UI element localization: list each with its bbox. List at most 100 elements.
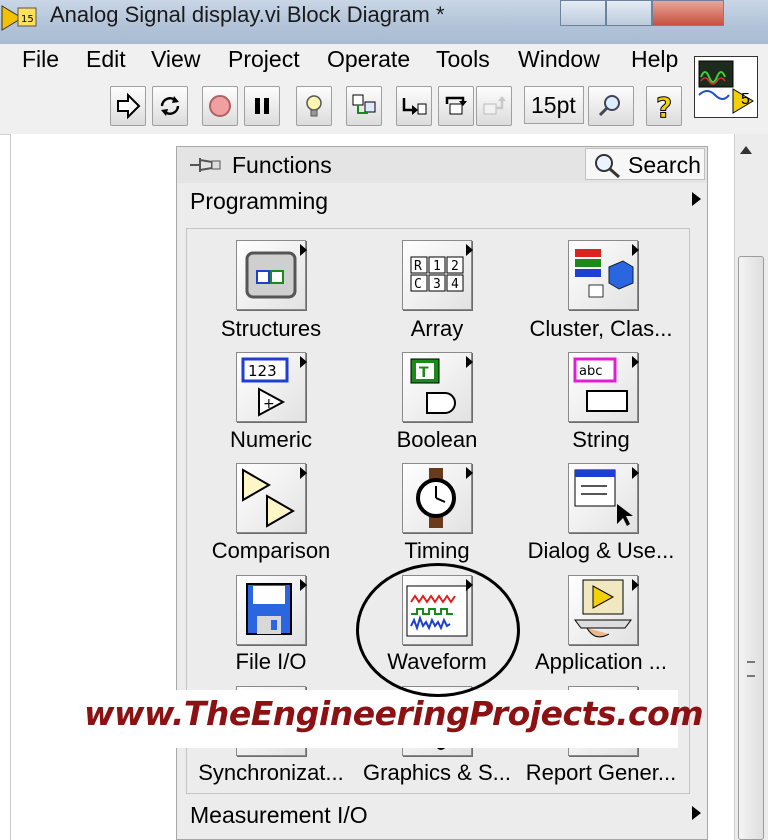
file-io-tile[interactable] bbox=[236, 575, 306, 645]
context-help-button[interactable]: ? bbox=[646, 86, 682, 126]
scrollbar-thumb[interactable] bbox=[738, 256, 764, 840]
array-label: Array bbox=[410, 316, 464, 341]
string-label: String bbox=[572, 427, 630, 452]
pause-button[interactable] bbox=[244, 86, 280, 126]
stop-sign-icon bbox=[209, 95, 231, 117]
menu-help[interactable]: Help bbox=[631, 46, 678, 73]
application-control-submenu-icon bbox=[632, 579, 639, 591]
help-question-icon: ? bbox=[656, 92, 673, 120]
waveform-highlight-circle bbox=[356, 563, 520, 697]
cluster-icon bbox=[575, 249, 634, 298]
dialog-label: Dialog & Use... bbox=[527, 538, 675, 563]
menu-project[interactable]: Project bbox=[228, 46, 300, 73]
boolean-icon: T bbox=[410, 358, 456, 414]
run-continuously-button[interactable] bbox=[152, 86, 188, 126]
highlight-execution-button[interactable] bbox=[296, 86, 332, 126]
retain-wire-values-button[interactable] bbox=[346, 86, 382, 126]
comparison-label: Comparison bbox=[211, 538, 331, 563]
string-tile[interactable]: abc bbox=[568, 352, 638, 422]
string-submenu-icon bbox=[632, 356, 639, 368]
step-over-icon bbox=[445, 96, 467, 115]
svg-text:R: R bbox=[414, 259, 422, 274]
category-measurement-io[interactable]: Measurement I/O bbox=[190, 802, 368, 829]
structures-submenu-icon bbox=[300, 244, 307, 256]
comparison-submenu-icon bbox=[300, 467, 307, 479]
timing-submenu-icon bbox=[466, 467, 473, 479]
structures-icon bbox=[245, 251, 297, 299]
boolean-tile[interactable]: T bbox=[402, 352, 472, 422]
svg-text:1: 1 bbox=[433, 259, 441, 274]
array-submenu-icon bbox=[466, 244, 473, 256]
align-objects-button[interactable] bbox=[588, 86, 634, 126]
run-continuously-icon bbox=[160, 96, 180, 116]
string-icon: abc bbox=[573, 357, 628, 412]
timing-label: Timing bbox=[404, 538, 470, 563]
menu-file[interactable]: File bbox=[22, 46, 59, 73]
grip-icon bbox=[747, 661, 755, 677]
pause-icon bbox=[255, 98, 269, 114]
numeric-submenu-icon bbox=[300, 356, 307, 368]
structures-tile[interactable] bbox=[236, 240, 306, 310]
scroll-up-icon[interactable] bbox=[740, 146, 752, 154]
menu-view[interactable]: View bbox=[151, 46, 200, 73]
menu-tools[interactable]: Tools bbox=[436, 46, 490, 73]
maximize-button[interactable] bbox=[606, 0, 652, 26]
dialog-submenu-icon bbox=[632, 467, 639, 479]
boolean-label: Boolean bbox=[396, 427, 478, 452]
svg-text:C: C bbox=[414, 277, 422, 292]
application-control-tile[interactable] bbox=[568, 575, 638, 645]
step-into-icon bbox=[402, 98, 427, 115]
menu-operate[interactable]: Operate bbox=[327, 46, 410, 73]
minimize-button[interactable] bbox=[560, 0, 606, 26]
step-over-button[interactable] bbox=[438, 86, 474, 126]
file-io-icon bbox=[246, 583, 292, 635]
labview-app-icon[interactable]: 15 bbox=[0, 2, 40, 34]
cluster-label: Cluster, Clas... bbox=[529, 316, 673, 341]
measurement-expand-icon[interactable] bbox=[692, 806, 701, 820]
search-icon bbox=[592, 151, 624, 184]
file-io-submenu-icon bbox=[300, 579, 307, 591]
synchronization-label: Synchronizat... bbox=[198, 760, 344, 785]
numeric-tile[interactable]: 123 + bbox=[236, 352, 306, 422]
cluster-tile[interactable] bbox=[568, 240, 638, 310]
dialog-icon bbox=[574, 469, 633, 526]
svg-text:15: 15 bbox=[21, 14, 34, 25]
timing-icon bbox=[416, 468, 456, 528]
text-settings-dropdown[interactable]: 15pt bbox=[524, 86, 584, 124]
graphics-sound-label: Graphics & S... bbox=[363, 760, 511, 785]
file-io-label: File I/O bbox=[235, 649, 307, 674]
vi-connector-icon[interactable]: 5 bbox=[694, 56, 758, 118]
svg-text:3: 3 bbox=[433, 277, 441, 292]
svg-text:abc: abc bbox=[579, 364, 602, 379]
run-arrow-icon bbox=[117, 92, 141, 120]
application-control-label: Application ... bbox=[534, 649, 668, 674]
boolean-submenu-icon bbox=[466, 356, 473, 368]
svg-text:T: T bbox=[419, 365, 429, 381]
run-button[interactable] bbox=[110, 86, 146, 126]
step-out-button[interactable] bbox=[476, 86, 512, 126]
programming-expand-icon[interactable] bbox=[692, 192, 701, 206]
menu-edit[interactable]: Edit bbox=[86, 46, 126, 73]
application-control-icon bbox=[574, 579, 632, 638]
pushpin-icon[interactable] bbox=[188, 154, 222, 181]
comparison-tile[interactable] bbox=[236, 463, 306, 533]
watermark-text: www.TheEngineeringProjects.com bbox=[84, 694, 704, 733]
probe-icon bbox=[352, 94, 376, 114]
close-button[interactable] bbox=[652, 0, 724, 26]
category-programming[interactable]: Programming bbox=[190, 188, 328, 215]
array-tile[interactable]: R12 C34 bbox=[402, 240, 472, 310]
step-into-button[interactable] bbox=[396, 86, 432, 126]
svg-text:+: + bbox=[263, 396, 275, 412]
timing-tile[interactable] bbox=[402, 463, 472, 533]
svg-text:123: 123 bbox=[248, 362, 277, 380]
structures-label: Structures bbox=[220, 316, 322, 341]
cluster-submenu-icon bbox=[632, 244, 639, 256]
report-generation-label: Report Gener... bbox=[525, 760, 677, 785]
dialog-tile[interactable] bbox=[568, 463, 638, 533]
numeric-label: Numeric bbox=[230, 427, 312, 452]
comparison-icon bbox=[242, 468, 296, 528]
svg-text:2: 2 bbox=[451, 259, 459, 274]
menu-window[interactable]: Window bbox=[518, 46, 600, 73]
abort-button[interactable] bbox=[202, 86, 238, 126]
step-out-icon bbox=[483, 96, 506, 115]
